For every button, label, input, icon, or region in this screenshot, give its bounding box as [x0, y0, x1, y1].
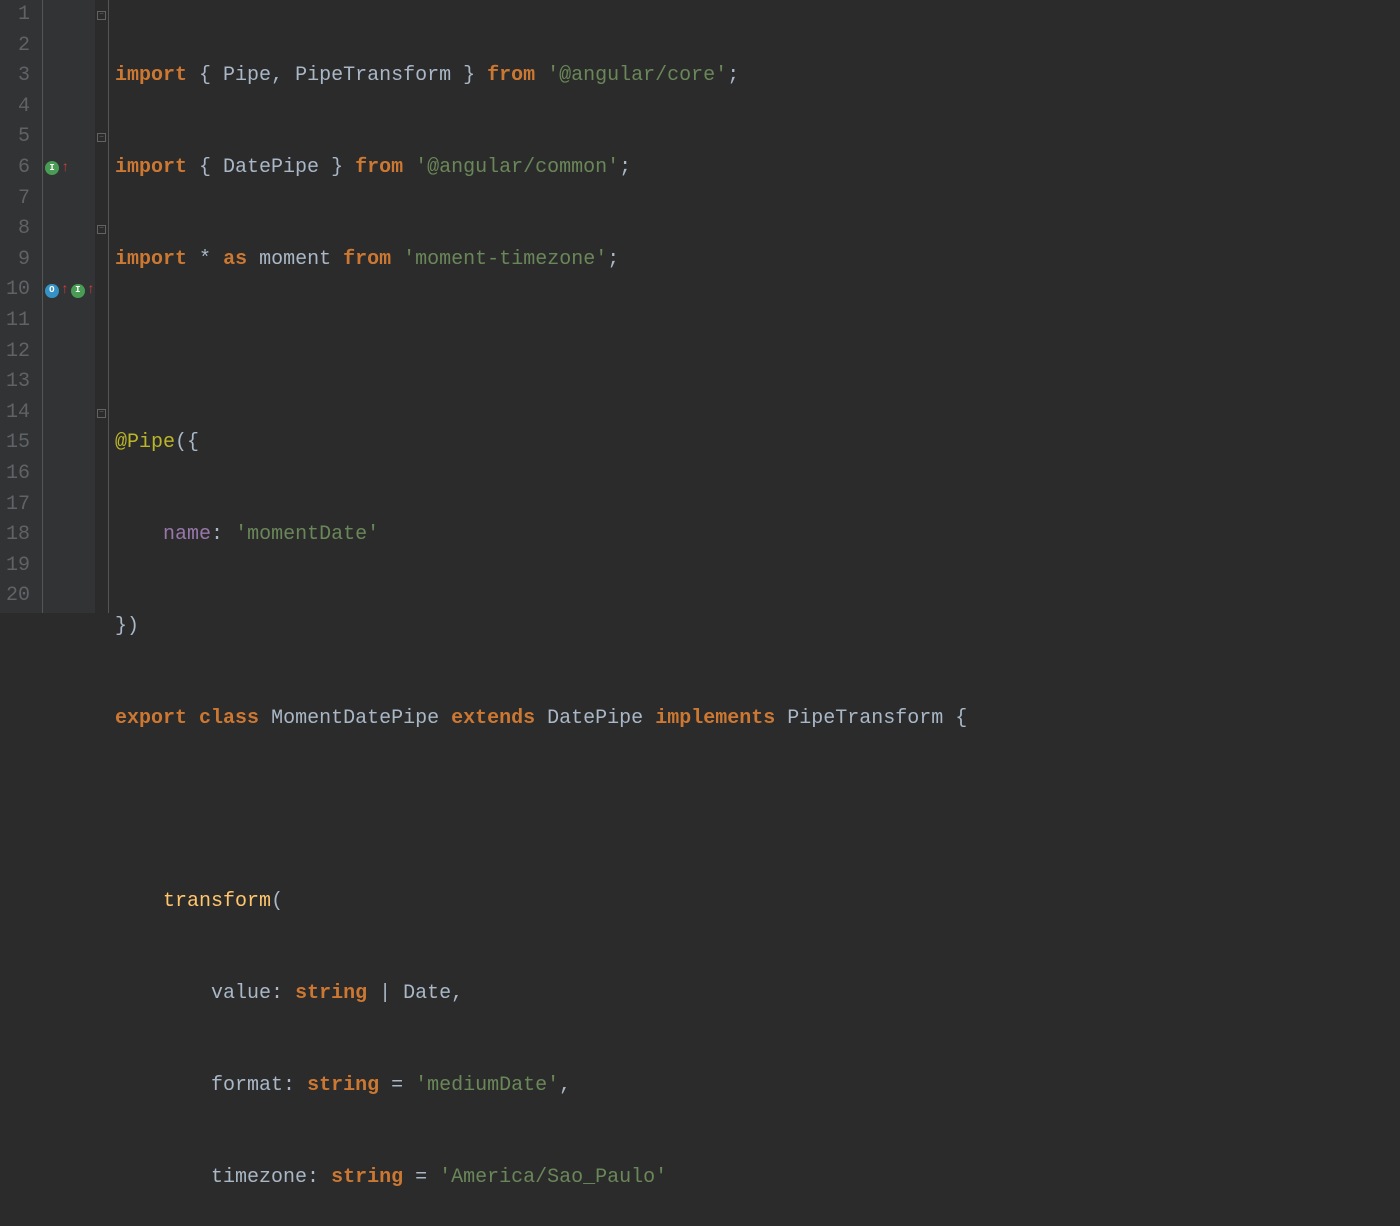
implements-gutter-icon[interactable]: I [45, 161, 59, 175]
code-line[interactable]: timezone: string = 'America/Sao_Paulo' [115, 1163, 1400, 1194]
code-line[interactable]: import { Pipe, PipeTransform } from '@an… [115, 61, 1400, 92]
line-number: 8 [6, 214, 30, 245]
code-line[interactable]: }) [115, 612, 1400, 643]
code-editor[interactable]: 1 2 3 4 5 6 7 8 9 10 11 12 13 14 15 16 1… [0, 0, 1400, 613]
line-number-gutter: 1 2 3 4 5 6 7 8 9 10 11 12 13 14 15 16 1… [0, 0, 43, 613]
line-number: 12 [6, 337, 30, 368]
fold-collapse-icon[interactable]: − [97, 11, 106, 20]
line-number: 11 [6, 306, 30, 337]
implements-gutter-icon[interactable]: I [71, 284, 85, 298]
line-number: 1 [6, 0, 30, 31]
fold-collapse-icon[interactable]: − [97, 133, 106, 142]
code-line[interactable]: transform( [115, 887, 1400, 918]
line-number: 20 [6, 581, 30, 612]
line-number: 15 [6, 428, 30, 459]
line-number: 16 [6, 459, 30, 490]
overrides-gutter-icon[interactable]: O [45, 284, 59, 298]
code-line[interactable]: import * as moment from 'moment-timezone… [115, 245, 1400, 276]
code-line[interactable] [115, 337, 1400, 368]
line-number: 17 [6, 490, 30, 521]
code-line[interactable]: format: string = 'mediumDate', [115, 1071, 1400, 1102]
line-number: 13 [6, 367, 30, 398]
code-line[interactable]: import { DatePipe } from '@angular/commo… [115, 153, 1400, 184]
override-arrow-icon[interactable]: ↑ [61, 153, 69, 184]
override-arrow-icon[interactable]: ↑ [61, 275, 69, 306]
line-number: 18 [6, 520, 30, 551]
line-number: 10 [6, 275, 30, 306]
line-number: 2 [6, 31, 30, 62]
code-line[interactable] [115, 795, 1400, 826]
fold-collapse-icon[interactable]: − [97, 225, 106, 234]
fold-collapse-icon[interactable]: − [97, 409, 106, 418]
line-number: 14 [6, 398, 30, 429]
fold-gutter: − − − − [95, 0, 109, 613]
line-number: 5 [6, 122, 30, 153]
code-line[interactable]: export class MomentDatePipe extends Date… [115, 704, 1400, 735]
gutter-marks: I ↑ O ↑ I ↑ [43, 0, 95, 613]
line-number: 3 [6, 61, 30, 92]
code-line[interactable]: @Pipe({ [115, 428, 1400, 459]
code-area[interactable]: import { Pipe, PipeTransform } from '@an… [109, 0, 1400, 613]
line-number: 7 [6, 184, 30, 215]
code-line[interactable]: name: 'momentDate' [115, 520, 1400, 551]
line-number: 4 [6, 92, 30, 123]
override-arrow-icon[interactable]: ↑ [87, 275, 95, 306]
line-number: 19 [6, 551, 30, 582]
line-number: 6 [6, 153, 30, 184]
line-number: 9 [6, 245, 30, 276]
code-line[interactable]: value: string | Date, [115, 979, 1400, 1010]
